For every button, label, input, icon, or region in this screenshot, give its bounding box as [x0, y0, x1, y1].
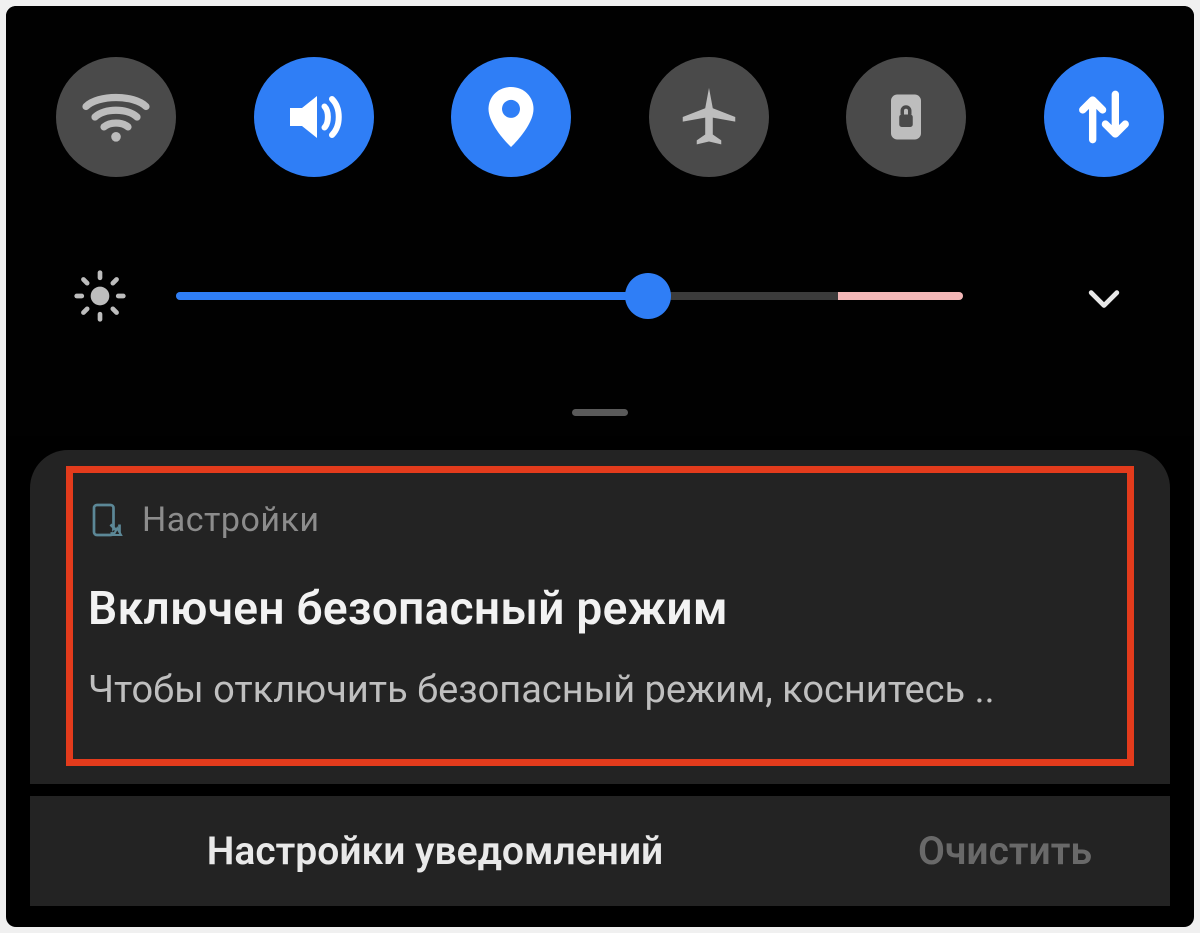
panel-drag-handle[interactable] [572, 409, 628, 416]
rotation-lock-toggle[interactable] [846, 57, 966, 177]
settings-app-icon [88, 502, 124, 538]
expand-quick-settings-button[interactable] [1074, 280, 1134, 320]
notification-app-name: Настройки [142, 500, 320, 540]
wifi-icon [80, 81, 152, 153]
notification-settings-button[interactable]: Настройки уведомлений [30, 828, 840, 874]
notification-body: Чтобы отключить безопасный режим, коснит… [88, 668, 995, 712]
brightness-slider[interactable] [176, 292, 963, 300]
airplane-mode-toggle[interactable] [649, 57, 769, 177]
sound-toggle[interactable] [254, 57, 374, 177]
quick-settings-panel [6, 6, 1194, 436]
lock-portrait-icon [876, 87, 936, 147]
brightness-slider-auto-region [838, 292, 963, 300]
wifi-toggle[interactable] [56, 57, 176, 177]
location-pin-icon [475, 81, 547, 153]
mobile-data-toggle[interactable] [1044, 57, 1164, 177]
brightness-slider-fill [176, 292, 648, 300]
clear-notifications-button[interactable]: Очистить [840, 828, 1170, 874]
chevron-down-icon [1082, 278, 1126, 322]
notification-title: Включен безопасный режим [88, 582, 728, 636]
quick-settings-toggles [56, 52, 1164, 182]
speaker-icon [278, 81, 350, 153]
airplane-icon [674, 82, 744, 152]
data-arrows-icon [1070, 83, 1138, 151]
brightness-icon [72, 268, 128, 324]
notification-header: Настройки [88, 500, 320, 540]
notification-card[interactable]: Настройки Включен безопасный режим Чтобы… [30, 450, 1170, 784]
card-divider [30, 784, 1170, 796]
brightness-slider-thumb[interactable] [625, 273, 671, 319]
notification-shade: Настройки Включен безопасный режим Чтобы… [30, 450, 1170, 906]
location-toggle[interactable] [451, 57, 571, 177]
brightness-row [6, 256, 1194, 336]
notification-footer: Настройки уведомлений Очистить [30, 796, 1170, 906]
